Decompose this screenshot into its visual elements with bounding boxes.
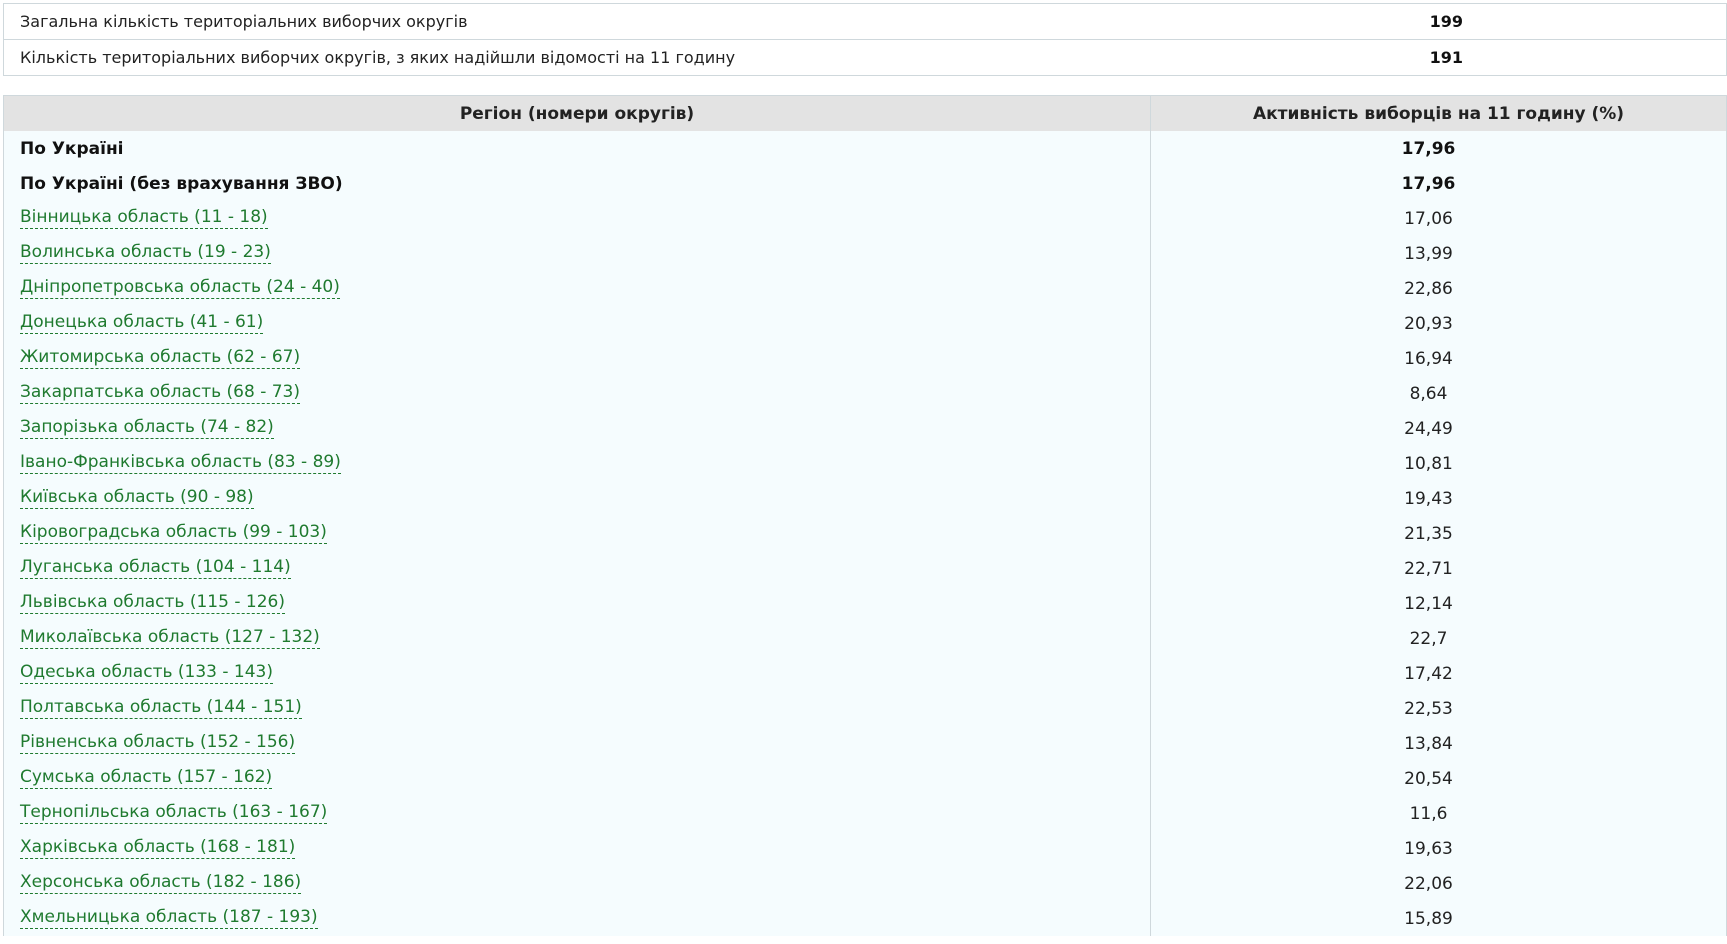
activity-cell: 10,81 <box>1404 453 1453 474</box>
activity-cell: 12,14 <box>1404 593 1453 614</box>
activity-cell: 24,49 <box>1404 418 1453 439</box>
region-link[interactable]: Тернопільська область (163 - 167) <box>20 803 328 824</box>
region-link[interactable]: Кіровоградська область (99 - 103) <box>20 523 327 544</box>
region-link[interactable]: Закарпатська область (68 - 73) <box>20 383 300 404</box>
summary-label: Загальна кількість територіальних виборч… <box>20 12 468 31</box>
table-row: Волинська область (19 - 23) 13,99 <box>4 236 1726 271</box>
activity-cell: 13,84 <box>1404 733 1453 754</box>
summary-value: 199 <box>1429 12 1463 31</box>
activity-cell: 16,94 <box>1404 348 1453 369</box>
summary-row-reported-districts: Кількість територіальних виборчих округі… <box>4 39 1726 75</box>
region-link[interactable]: Луганська область (104 - 114) <box>20 558 291 579</box>
table-row-total: По Україні 17,96 <box>4 131 1726 166</box>
region-link[interactable]: Київська область (90 - 98) <box>20 488 254 509</box>
table-row: Кіровоградська область (99 - 103) 21,35 <box>4 516 1726 551</box>
activity-cell: 19,63 <box>1404 838 1453 859</box>
region-link[interactable]: Харківська область (168 - 181) <box>20 838 296 859</box>
table-row: Херсонська область (182 - 186) 22,06 <box>4 866 1726 901</box>
region-link[interactable]: Дніпропетровська область (24 - 40) <box>20 278 340 299</box>
activity-cell: 15,89 <box>1404 908 1453 929</box>
table-row: Луганська область (104 - 114) 22,71 <box>4 551 1726 586</box>
activity-cell: 22,86 <box>1404 278 1453 299</box>
activity-cell: 17,06 <box>1404 208 1453 229</box>
table-row: Рівненська область (152 - 156) 13,84 <box>4 726 1726 761</box>
table-row: Сумська область (157 - 162) 20,54 <box>4 761 1726 796</box>
table-row: Закарпатська область (68 - 73) 8,64 <box>4 376 1726 411</box>
region-link[interactable]: Сумська область (157 - 162) <box>20 768 273 789</box>
table-row: Вінницька область (11 - 18) 17,06 <box>4 201 1726 236</box>
activity-cell: 22,53 <box>1404 698 1453 719</box>
region-link[interactable]: Волинська область (19 - 23) <box>20 243 271 264</box>
region-link[interactable]: Рівненська область (152 - 156) <box>20 733 296 754</box>
header-activity: Активність виборців на 11 годину (%) <box>1252 103 1625 124</box>
table-row: Житомирська область (62 - 67) 16,94 <box>4 341 1726 376</box>
region-cell: По Україні <box>4 131 1151 166</box>
table-row: Дніпропетровська область (24 - 40) 22,86 <box>4 271 1726 306</box>
region-link[interactable]: Херсонська область (182 - 186) <box>20 873 302 894</box>
activity-cell: 8,64 <box>1409 383 1448 404</box>
activity-cell: 17,42 <box>1404 663 1453 684</box>
region-link[interactable]: Хмельницька область (187 - 193) <box>20 908 318 929</box>
table-row: Запорізька область (74 - 82) 24,49 <box>4 411 1726 446</box>
table-row: Львівська область (115 - 126) 12,14 <box>4 586 1726 621</box>
table-row: Миколаївська область (127 - 132) 22,7 <box>4 621 1726 656</box>
activity-cell: 22,7 <box>1409 628 1448 649</box>
activity-cell: 19,43 <box>1404 488 1453 509</box>
table-row: Київська область (90 - 98) 19,43 <box>4 481 1726 516</box>
table-row: Донецька область (41 - 61) 20,93 <box>4 306 1726 341</box>
activity-cell: 17,96 <box>1401 138 1456 159</box>
region-link[interactable]: Миколаївська область (127 - 132) <box>20 628 320 649</box>
summary-label: Кількість територіальних виборчих округі… <box>20 48 736 67</box>
table-row: Харківська область (168 - 181) 19,63 <box>4 831 1726 866</box>
region-link[interactable]: Львівська область (115 - 126) <box>20 593 285 614</box>
summary-value: 191 <box>1429 48 1463 67</box>
activity-cell: 21,35 <box>1404 523 1453 544</box>
table-header: Регіон (номери округів) Активність вибор… <box>4 96 1726 131</box>
region-link[interactable]: Одеська область (133 - 143) <box>20 663 273 684</box>
summary-table: Загальна кількість територіальних виборч… <box>3 3 1727 76</box>
region-link[interactable]: Івано-Франківська область (83 - 89) <box>20 453 341 474</box>
table-row: Полтавська область (144 - 151) 22,53 <box>4 691 1726 726</box>
activity-cell: 22,71 <box>1404 558 1453 579</box>
header-region: Регіон (номери округів) <box>4 96 1151 131</box>
summary-row-total-districts: Загальна кількість територіальних виборч… <box>4 4 1726 39</box>
activity-cell: 20,54 <box>1404 768 1453 789</box>
region-link[interactable]: Полтавська область (144 - 151) <box>20 698 302 719</box>
table-row: Івано-Франківська область (83 - 89) 10,8… <box>4 446 1726 481</box>
activity-cell: 11,6 <box>1409 803 1448 824</box>
table-row: Тернопільська область (163 - 167) 11,6 <box>4 796 1726 831</box>
table-row: Хмельницька область (187 - 193) 15,89 <box>4 901 1726 936</box>
activity-cell: 17,96 <box>1401 173 1456 194</box>
region-link[interactable]: Донецька область (41 - 61) <box>20 313 264 334</box>
region-link[interactable]: Житомирська область (62 - 67) <box>20 348 301 369</box>
region-link[interactable]: Вінницька область (11 - 18) <box>20 208 268 229</box>
activity-cell: 13,99 <box>1404 243 1453 264</box>
table-row-total-excl: По Україні (без врахування ЗВО) 17,96 <box>4 166 1726 201</box>
region-link[interactable]: Запорізька область (74 - 82) <box>20 418 274 439</box>
activity-cell: 20,93 <box>1404 313 1453 334</box>
activity-cell: 22,06 <box>1404 873 1453 894</box>
turnout-table: Регіон (номери округів) Активність вибор… <box>3 95 1727 936</box>
table-row: Одеська область (133 - 143) 17,42 <box>4 656 1726 691</box>
region-cell: По Україні (без врахування ЗВО) <box>4 166 1151 201</box>
